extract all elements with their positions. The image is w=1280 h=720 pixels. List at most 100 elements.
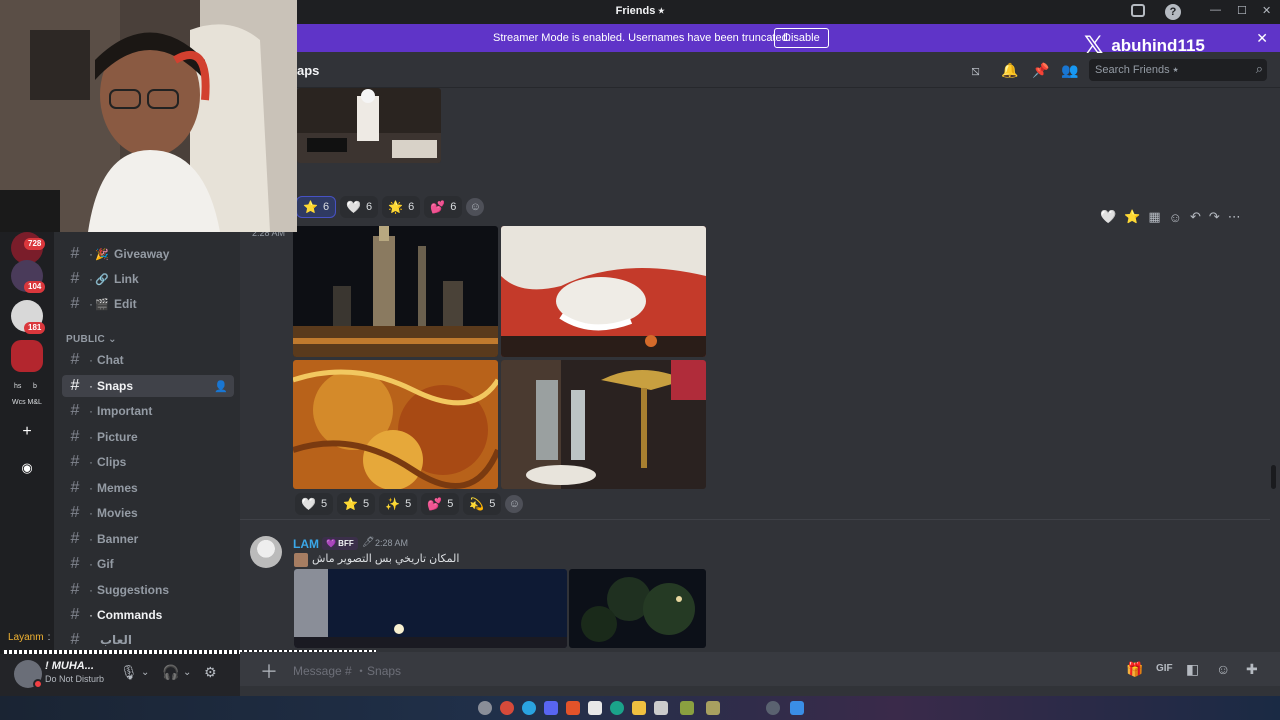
app-icon[interactable]	[680, 701, 694, 715]
reaction[interactable]: ⭐ 5	[337, 493, 376, 515]
sticker-icon[interactable]: ◧	[1186, 661, 1199, 678]
discover-icon[interactable]: ◉	[15, 457, 39, 481]
search-icon[interactable]	[766, 701, 780, 715]
settings-icon[interactable]	[478, 701, 492, 715]
headphones-icon[interactable]: 🎧	[162, 664, 179, 681]
reply-thumbnail[interactable]	[294, 553, 308, 567]
star-icon: ⭐	[343, 497, 359, 511]
image-attachment[interactable]	[294, 569, 567, 648]
add-server-icon[interactable]: +	[15, 421, 39, 445]
server-folder-label[interactable]: Wcs M&L	[12, 399, 42, 406]
brave-icon[interactable]	[566, 701, 580, 715]
chevron-down-icon[interactable]: ⌄	[141, 667, 149, 678]
reply-icon[interactable]: ↶	[1190, 209, 1201, 225]
app-icon[interactable]	[654, 701, 668, 715]
telegram-icon[interactable]	[522, 701, 536, 715]
chevron-down-icon[interactable]: ⌄	[183, 667, 191, 678]
apps-icon[interactable]: ✚	[1246, 661, 1258, 678]
channel-gif[interactable]: # · Gif	[62, 553, 234, 575]
image-attachment[interactable]	[569, 569, 706, 648]
hash-icon: #	[70, 295, 80, 312]
search-box[interactable]: Search Friends ⭑ ⌕	[1089, 59, 1267, 81]
channel-edit[interactable]: # · 🎬 Edit	[62, 293, 234, 315]
app-icon[interactable]	[588, 701, 602, 715]
channel-games[interactable]: # العاب	[62, 629, 234, 651]
channel-commands[interactable]: # · Commands	[62, 604, 234, 626]
category-public[interactable]: PUBLIC ⌄	[66, 334, 117, 345]
channel-important[interactable]: # · Important	[62, 400, 234, 422]
reaction[interactable]: 💫 5	[463, 493, 502, 515]
image-attachment[interactable]	[501, 226, 706, 357]
minimize-icon[interactable]: —	[1210, 4, 1221, 16]
emoji-icon[interactable]: ☺	[1216, 661, 1230, 677]
channel-chat[interactable]: # · Chat	[62, 349, 234, 371]
reaction[interactable]: 🤍 6	[340, 196, 379, 218]
server-icon[interactable]	[11, 340, 43, 372]
close-window-icon[interactable]: ✕	[1262, 4, 1271, 17]
channel-picture[interactable]: # · Picture	[62, 426, 234, 448]
link-icon: 🔗	[95, 273, 109, 286]
channel-giveaway[interactable]: # · 🎉 Giveaway	[62, 243, 234, 265]
reaction-count: 6	[450, 201, 457, 213]
author-name[interactable]: LAM	[293, 537, 319, 551]
channel-memes[interactable]: # · Memes	[62, 477, 234, 499]
star-icon[interactable]: ⭐	[1124, 209, 1140, 225]
dizzy-icon: 💫	[469, 497, 485, 511]
user-name[interactable]: ! MUHA...	[45, 660, 94, 672]
disable-streamer-mode-button[interactable]: Disable	[774, 28, 829, 48]
reaction[interactable]: ✨ 5	[379, 493, 418, 515]
add-reaction-icon[interactable]: ☺	[1169, 210, 1182, 225]
reaction[interactable]: 🤍 5	[295, 493, 334, 515]
inbox-icon[interactable]	[1131, 4, 1145, 17]
avatar[interactable]	[250, 536, 282, 568]
heart-icon[interactable]: 🤍	[1100, 209, 1116, 225]
reaction[interactable]: ⭐ 6	[296, 196, 337, 218]
image-attachment[interactable]	[293, 360, 498, 489]
channel-link[interactable]: # · 🔗 Link	[62, 268, 234, 290]
reaction[interactable]: 💕 6	[424, 196, 463, 218]
reaction-count: 5	[320, 498, 328, 510]
custom-emoji-icon[interactable]: ▦	[1148, 209, 1160, 225]
help-icon[interactable]: ?	[1165, 4, 1181, 20]
add-reaction-icon[interactable]: ☺	[505, 495, 524, 513]
reaction[interactable]: 💕 5	[421, 493, 460, 515]
gear-icon[interactable]: ⚙	[204, 664, 217, 681]
image-attachment[interactable]	[297, 88, 441, 163]
server-folder-label[interactable]: hs	[14, 383, 21, 390]
gif-icon[interactable]: GIF	[1156, 663, 1173, 674]
image-attachment[interactable]	[293, 226, 498, 357]
folder-icon[interactable]	[632, 701, 646, 715]
forward-icon[interactable]: ↷	[1209, 209, 1220, 225]
gift-icon[interactable]: 🎁	[1126, 661, 1143, 678]
scrollbar-thumb[interactable]	[1271, 465, 1276, 489]
image-attachment[interactable]	[501, 360, 706, 489]
unread-badge: 728	[24, 238, 46, 250]
hash-icon: #	[70, 479, 80, 496]
windows-start-icon[interactable]	[790, 701, 804, 715]
discord-icon[interactable]	[544, 701, 558, 715]
edge-icon[interactable]	[610, 701, 624, 715]
maximize-icon[interactable]: ☐	[1237, 4, 1247, 17]
channel-banner[interactable]: # · Banner	[62, 528, 234, 550]
add-member-icon[interactable]: 👤	[214, 380, 228, 393]
star-icon: ⭐	[303, 200, 318, 214]
reaction[interactable]: 🌟 6	[382, 196, 421, 218]
chrome-icon[interactable]	[500, 701, 514, 715]
app-icon[interactable]	[706, 701, 720, 715]
channel-suggestions[interactable]: # · Suggestions	[62, 579, 234, 601]
channel-snaps[interactable]: # · Snaps 👤	[62, 375, 234, 397]
city-night-photo	[293, 226, 498, 357]
channel-movies[interactable]: # · Movies	[62, 502, 234, 524]
more-icon[interactable]: ⋯	[1228, 209, 1241, 225]
close-banner-icon[interactable]: ✕	[1256, 30, 1268, 47]
server-folder-label[interactable]: b	[33, 383, 37, 390]
threads-icon[interactable]: ⧅	[971, 62, 980, 79]
bell-icon[interactable]: 🔔	[1001, 62, 1018, 79]
pin-icon[interactable]: 📌	[1032, 62, 1049, 79]
add-reaction-icon[interactable]: ☺	[466, 198, 485, 216]
message-composer[interactable]: ＋ Message # ・Snaps 🎁 GIF ◧ ☺ ✚	[240, 652, 1280, 686]
attach-plus-icon[interactable]: ＋	[260, 658, 278, 684]
channel-clips[interactable]: # · Clips	[62, 451, 234, 473]
microphone-icon[interactable]: 🎙	[120, 664, 138, 681]
members-icon[interactable]: 👥	[1061, 62, 1078, 79]
